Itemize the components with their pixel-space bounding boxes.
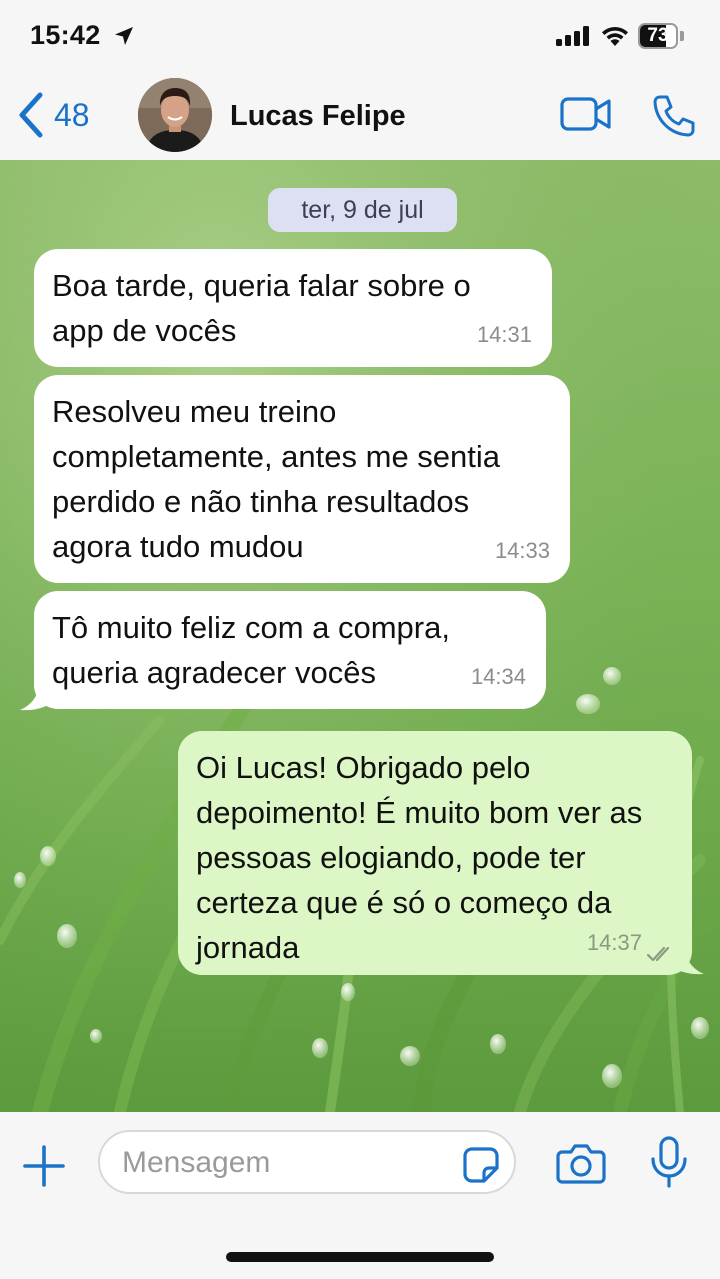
- message-bubble-incoming[interactable]: Resolveu meu treino completamente, antes…: [34, 375, 570, 583]
- date-chip: ter, 9 de jul: [268, 188, 457, 232]
- unread-count: 48: [54, 96, 90, 133]
- message-time: 14:34: [470, 664, 526, 689]
- message-text: Resolveu meu treino completamente, antes…: [52, 394, 501, 564]
- plus-icon[interactable]: [22, 1144, 66, 1188]
- message-text: Tô muito feliz com a compra, queria agra…: [52, 610, 450, 690]
- status-bar: 15:42 73: [0, 0, 720, 72]
- avatar[interactable]: [138, 78, 212, 152]
- profile-photo: [138, 78, 212, 152]
- message-time: 14:31: [476, 322, 532, 347]
- chevron-left-icon: [19, 92, 43, 138]
- microphone-icon[interactable]: [650, 1136, 688, 1188]
- message-bubble-incoming[interactable]: Boa tarde, queria falar sobre o app de v…: [34, 249, 552, 367]
- bubble-tail: [668, 946, 704, 975]
- battery-percentage: 73: [647, 25, 669, 46]
- chat-area[interactable]: ter, 9 de jul Boa tarde, queria falar so…: [0, 160, 720, 1112]
- battery-indicator: 73: [638, 23, 686, 49]
- message-input-bar: [0, 1112, 720, 1279]
- contact-name[interactable]: Lucas Felipe: [230, 100, 406, 133]
- message-bubble-outgoing[interactable]: Oi Lucas! Obrigado pelo depoimento! É mu…: [178, 731, 692, 975]
- cellular-signal-icon: [556, 26, 589, 46]
- message-time: 14:33: [494, 538, 550, 563]
- message-time: 14:37: [586, 930, 642, 955]
- message-text: Boa tarde, queria falar sobre o app de v…: [52, 268, 471, 348]
- phone-icon[interactable]: [652, 94, 696, 138]
- location-arrow-icon: [115, 27, 133, 45]
- status-time: 15:42: [30, 20, 101, 50]
- bubble-tail: [20, 682, 56, 711]
- back-button[interactable]: 48: [18, 90, 90, 140]
- sticker-icon[interactable]: [462, 1146, 500, 1184]
- message-input[interactable]: [120, 1132, 444, 1194]
- message-bubble-incoming[interactable]: Tô muito feliz com a compra, queria agra…: [34, 591, 546, 709]
- wifi-icon: [602, 26, 628, 46]
- chat-header: 48 Lucas Felipe: [0, 72, 720, 160]
- video-call-icon[interactable]: [560, 96, 612, 132]
- camera-icon[interactable]: [556, 1142, 606, 1184]
- home-indicator: [226, 1252, 494, 1262]
- message-field[interactable]: [98, 1130, 516, 1194]
